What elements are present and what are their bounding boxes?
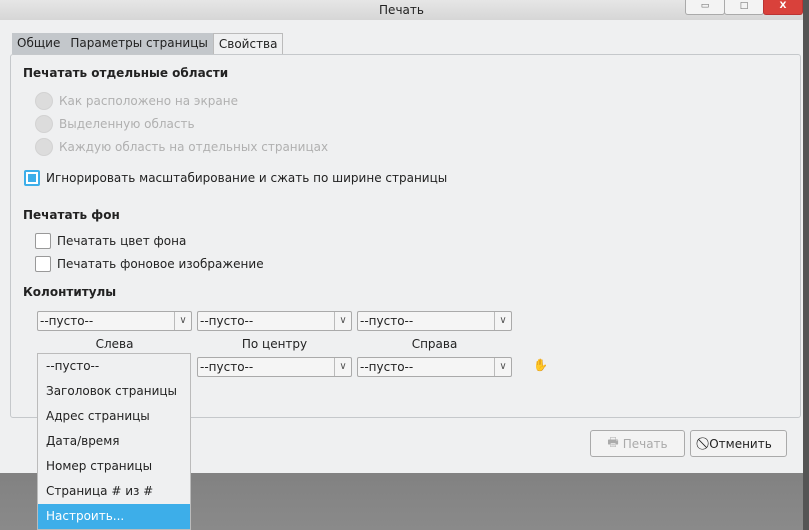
select-value: --пусто-- [200,360,254,374]
radio-icon [35,115,53,133]
dropdown-option[interactable]: Дата/время [38,429,190,454]
tab-bar: Общие Параметры страницы Свойства [12,33,284,54]
chevron-down-icon: ∨ [174,312,191,330]
chevron-down-icon: ∨ [494,312,511,330]
close-button[interactable]: X [763,0,803,15]
checkbox-label: Печатать фоновое изображение [57,257,264,271]
label-left: Слева [95,337,134,351]
radio-each-area[interactable]: Каждую область на отдельных страницах [35,138,328,156]
dropdown-option[interactable]: Номер страницы [38,454,190,479]
window-title: Печать [379,3,424,17]
dropdown-option-highlighted[interactable]: Настроить... [38,504,190,529]
select-value: --пусто-- [40,314,94,328]
chevron-down-icon: ∨ [334,312,351,330]
select-value: --пусто-- [200,314,254,328]
print-bg-image-checkbox[interactable]: Печатать фоновое изображение [35,256,264,272]
radio-as-on-screen[interactable]: Как расположено на экране [35,92,238,110]
print-label: Печать [622,436,668,451]
label-center: По центру [241,337,308,351]
select-value: --пусто-- [360,360,414,374]
chevron-down-icon: ∨ [494,358,511,376]
print-button[interactable]: 🖶 Печать [590,430,685,457]
header-right-select[interactable]: --пусто-- ∨ [357,311,512,331]
headers-heading: Колонтитулы [23,285,117,299]
fit-width-checkbox[interactable]: Игнорировать масштабирование и сжать по … [24,170,447,186]
checkbox-label: Игнорировать масштабирование и сжать по … [46,171,448,185]
maximize-button[interactable]: □ [724,0,764,15]
tab-properties[interactable]: Свойства [212,33,284,54]
header-left-select[interactable]: --пусто-- ∨ [37,311,192,331]
minimize-button[interactable]: ▭ [685,0,725,15]
hand-cursor-icon: ✋ [533,358,548,372]
areas-heading: Печатать отдельные области [23,66,229,80]
checkbox-icon [24,170,40,186]
print-bg-color-checkbox[interactable]: Печатать цвет фона [35,233,186,249]
checkbox-label: Печатать цвет фона [57,234,187,248]
checkbox-icon [35,256,51,272]
printer-icon: 🖶 [607,435,619,449]
radio-label: Каждую область на отдельных страницах [59,140,329,154]
radio-label: Выделенную область [59,117,195,131]
header-center-select[interactable]: --пусто-- ∨ [197,311,352,331]
dropdown-option[interactable]: Заголовок страницы [38,379,190,404]
footer-center-select[interactable]: --пусто-- ∨ [197,357,352,377]
radio-label: Как расположено на экране [59,94,238,108]
dropdown-option[interactable]: Страница # из # [38,479,190,504]
cancel-label: Отменить [709,436,772,451]
window-edge [803,0,809,530]
dropdown-option[interactable]: --пусто-- [38,354,190,379]
background-heading: Печатать фон [23,208,120,222]
radio-icon [35,92,53,110]
tab-page-setup[interactable]: Параметры страницы [65,33,213,54]
footer-left-dropdown-list[interactable]: --пусто-- Заголовок страницы Адрес стран… [37,353,191,530]
title-bar: Печать [0,0,803,20]
tab-general[interactable]: Общие [12,33,66,54]
dropdown-option[interactable]: Адрес страницы [38,404,190,429]
select-value: --пусто-- [360,314,414,328]
chevron-down-icon: ∨ [334,358,351,376]
radio-icon [35,138,53,156]
footer-right-select[interactable]: --пусто-- ∨ [357,357,512,377]
checkbox-icon [35,233,51,249]
label-right: Справа [411,337,458,351]
radio-selection[interactable]: Выделенную область [35,115,195,133]
cancel-button[interactable]: ⃠Отменить [690,430,787,457]
